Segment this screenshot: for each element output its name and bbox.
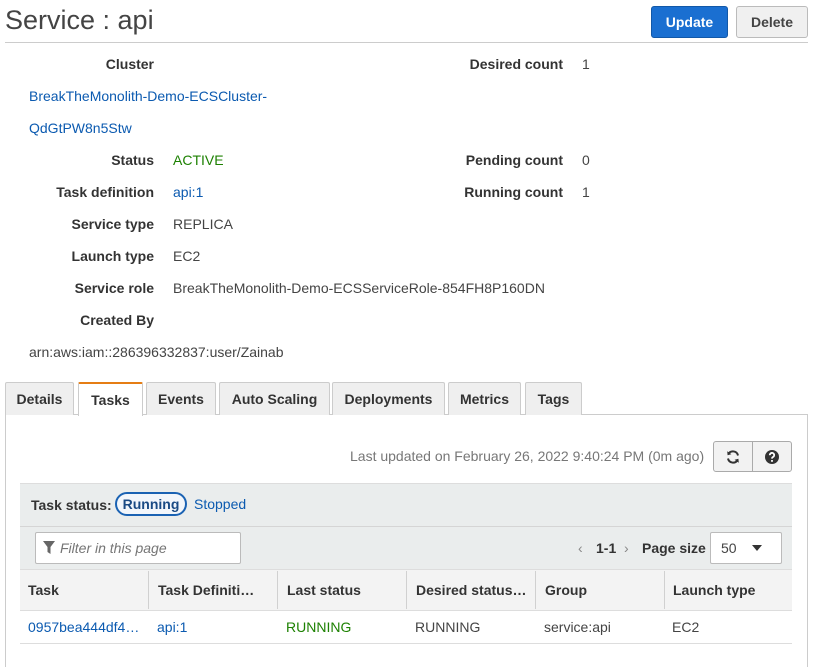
chevron-down-icon (752, 545, 762, 551)
column-header-task-definition[interactable]: Task Definiti… (150, 570, 276, 610)
question-circle-icon (765, 449, 779, 464)
cluster-label: Cluster (105, 56, 154, 72)
column-divider (406, 571, 407, 609)
service-type-label: Service type (71, 216, 155, 232)
pager-next-button[interactable]: › (624, 540, 629, 556)
cluster-link-line1[interactable]: BreakTheMonolith-Demo-ECSCluster- (29, 88, 267, 104)
column-header-launch-type[interactable]: Launch type (665, 570, 792, 610)
service-type-value: REPLICA (173, 216, 233, 232)
pager-prev-button[interactable]: ‹ (578, 540, 583, 556)
service-role-label: Service role (74, 280, 154, 296)
row-task-definition-link[interactable]: api:1 (149, 612, 277, 642)
help-button[interactable] (752, 441, 792, 472)
update-button[interactable]: Update (651, 6, 728, 38)
filter-input[interactable] (35, 532, 241, 564)
page-size-value: 50 (721, 540, 737, 556)
launch-type-value: EC2 (173, 248, 201, 264)
task-definition-label: Task definition (56, 184, 154, 200)
running-count-value: 1 (582, 184, 590, 200)
service-role-value: BreakTheMonolith-Demo-ECSServiceRole-854… (173, 280, 545, 296)
column-divider (535, 571, 536, 609)
status-value: ACTIVE (173, 152, 224, 168)
cluster-link-line2[interactable]: QdGtPW8n5Stw (29, 120, 132, 136)
desired-count-value: 1 (582, 56, 590, 72)
last-updated-text: Last updated on February 26, 2022 9:40:2… (350, 448, 705, 464)
delete-button[interactable]: Delete (736, 6, 808, 38)
column-divider (148, 571, 149, 609)
column-divider (277, 571, 278, 609)
status-label: Status (111, 152, 154, 168)
task-status-label: Task status: (31, 497, 112, 513)
task-id-link[interactable]: 0957bea444df4… (20, 612, 148, 642)
filter-stopped-link[interactable]: Stopped (194, 496, 246, 512)
row-last-status: RUNNING (286, 619, 352, 635)
refresh-button[interactable] (713, 441, 753, 472)
row-divider (20, 643, 792, 644)
row-desired-status: RUNNING (415, 619, 481, 635)
filter-divider (20, 526, 792, 527)
row-group: service:api (544, 619, 611, 635)
tab-bar: Details Tasks Events Auto Scaling Deploy… (5, 382, 808, 416)
desired-count-label: Desired count (469, 56, 563, 72)
running-count-label: Running count (464, 184, 563, 200)
page-size-label: Page size (642, 540, 706, 556)
launch-type-label: Launch type (71, 248, 154, 264)
column-header-group[interactable]: Group (537, 570, 663, 610)
tab-deployments[interactable]: Deployments (332, 382, 445, 415)
funnel-icon (43, 541, 55, 554)
created-by-label: Created By (80, 312, 154, 328)
pending-count-label: Pending count (465, 152, 563, 168)
pending-count-value: 0 (582, 152, 590, 168)
page-title: Service : api (5, 5, 154, 35)
column-header-last-status[interactable]: Last status (279, 570, 405, 610)
created-by-value: arn:aws:iam::286396332837:user/Zainab (29, 344, 284, 360)
column-header-task[interactable]: Task (20, 570, 148, 610)
title-divider (5, 42, 808, 43)
pager-range: 1-1 (596, 540, 617, 556)
tab-details[interactable]: Details (5, 382, 74, 415)
filter-running-button[interactable]: Running (115, 492, 187, 516)
tab-metrics[interactable]: Metrics (448, 382, 521, 415)
task-definition-link[interactable]: api:1 (173, 184, 203, 200)
column-header-desired-status[interactable]: Desired status… (408, 570, 534, 610)
tab-tasks[interactable]: Tasks (78, 382, 143, 416)
tab-events[interactable]: Events (146, 382, 216, 415)
page-size-select[interactable]: 50 (710, 532, 782, 564)
tab-tags[interactable]: Tags (525, 382, 582, 415)
tab-auto-scaling[interactable]: Auto Scaling (219, 382, 330, 415)
refresh-icon (727, 449, 739, 464)
row-launch-type: EC2 (672, 619, 700, 635)
